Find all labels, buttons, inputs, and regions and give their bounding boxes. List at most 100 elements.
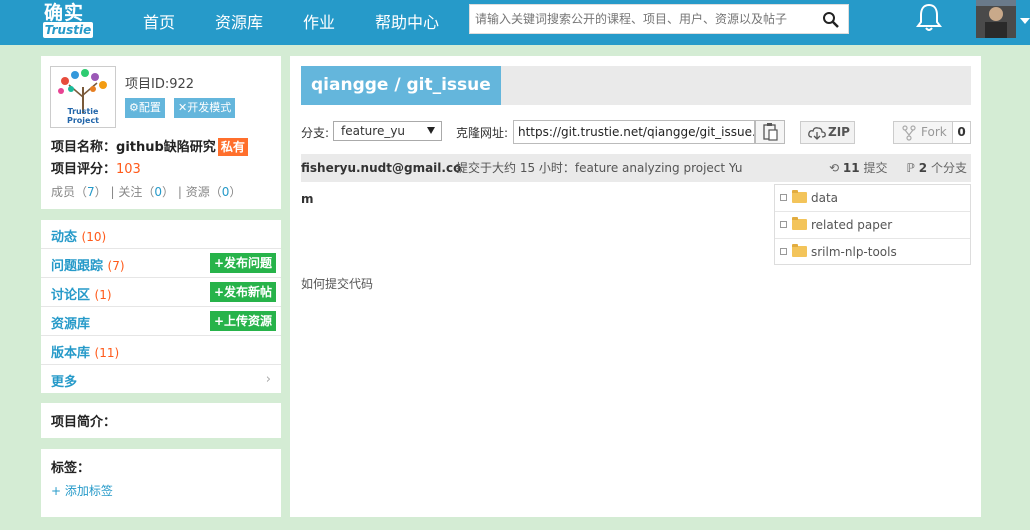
clone-url-field[interactable]: https://git.trustie.net/qiangge/git_issu…: [513, 120, 755, 144]
folder-row[interactable]: data: [775, 185, 970, 212]
folder-row[interactable]: srilm-nlp-tools: [775, 239, 970, 266]
dev-mode-button-label: 开发模式: [187, 101, 232, 114]
chevron-right-icon: ›: [265, 372, 271, 387]
user-menu-caret-icon[interactable]: [1020, 18, 1030, 24]
project-tags-panel: 标签： + 添加标签: [41, 449, 281, 517]
menu-item-count: (1): [94, 288, 112, 302]
project-menu: 动态 (10) 问题跟踪 (7) +发布问题 讨论区 (1) +发布新帖 资源库…: [41, 220, 281, 393]
resources-link[interactable]: 资源（0）: [186, 185, 242, 199]
new-post-button[interactable]: +发布新帖: [209, 282, 276, 302]
trustie-logo[interactable]: 确实 Trustie: [40, 0, 96, 40]
branches-label[interactable]: 个分支: [931, 161, 967, 175]
menu-item-activity[interactable]: 动态 (10): [41, 220, 281, 249]
commits-label[interactable]: 提交: [863, 161, 887, 175]
expand-icon[interactable]: [780, 248, 787, 255]
expand-icon[interactable]: [780, 221, 787, 228]
fork-label: Fork: [921, 125, 947, 139]
folder-icon: [792, 244, 807, 257]
fork-count: 0: [953, 121, 971, 144]
project-score-label: 项目评分：: [51, 162, 117, 177]
menu-item-repository[interactable]: 版本库 (11): [41, 336, 281, 365]
project-name-value: github缺陷研究: [116, 140, 216, 155]
clone-label: 克隆网址:: [456, 126, 509, 140]
members-count: 7: [87, 185, 95, 199]
branch-select[interactable]: feature_yu: [333, 121, 442, 141]
tools-icon: ✕: [178, 101, 188, 114]
menu-item-text: 动态: [51, 230, 78, 245]
folder-row[interactable]: related paper: [775, 212, 970, 239]
zip-label: ZIP: [828, 125, 850, 139]
search-icon[interactable]: [822, 11, 840, 29]
add-tag-link[interactable]: + 添加标签: [51, 482, 113, 499]
private-badge: 私有: [217, 138, 248, 156]
commit-stats: ⟲ 11 提交 ℙ 2 个分支: [829, 154, 967, 182]
branch-select-value: feature_yu: [341, 124, 406, 138]
upload-resource-button[interactable]: +上传资源: [209, 311, 276, 331]
user-avatar[interactable]: [976, 0, 1016, 38]
nav-help-center[interactable]: 帮助中心: [375, 9, 439, 33]
folder-name[interactable]: srilm-nlp-tools: [811, 239, 897, 265]
nav-resources[interactable]: 资源库: [215, 9, 263, 33]
readme-text: 如何提交代码: [301, 277, 374, 291]
config-button-label: 配置: [138, 101, 161, 114]
cloud-download-icon: [808, 127, 826, 140]
branches-count[interactable]: 2: [919, 161, 927, 175]
project-logo[interactable]: Trustie Project: [50, 66, 116, 128]
repo-title-bar: qiangge / git_issue: [301, 66, 971, 105]
commits-count[interactable]: 11: [843, 161, 860, 175]
copy-url-button[interactable]: [755, 120, 785, 144]
expand-icon[interactable]: [780, 194, 787, 201]
menu-item-text: 资源库: [51, 317, 91, 332]
file-m[interactable]: m: [301, 192, 314, 206]
repository-panel: qiangge / git_issue 分支: feature_yu 克隆网址:…: [290, 56, 981, 517]
menu-item-label[interactable]: 资源库: [51, 313, 90, 332]
folder-name[interactable]: related paper: [811, 212, 892, 238]
nav-home[interactable]: 首页: [143, 9, 175, 33]
fork-button[interactable]: Fork: [893, 121, 953, 144]
nav-homework[interactable]: 作业: [303, 9, 335, 33]
branch-icon: ℙ: [906, 161, 915, 175]
project-name-label: 项目名称：: [51, 140, 117, 155]
commit-message: 提交于大约 15 小时：feature analyzing project Yu: [456, 161, 743, 175]
search-input[interactable]: [470, 5, 810, 33]
menu-item-text: 版本库: [51, 346, 91, 361]
branch-label: 分支:: [301, 126, 330, 140]
project-name-line: 项目名称：github缺陷研究 私有: [51, 136, 248, 156]
menu-item-more[interactable]: 更多 ›: [41, 365, 281, 394]
menu-item-label[interactable]: 讨论区 (1): [51, 284, 112, 303]
clipboard-icon: [763, 123, 778, 141]
menu-item-label[interactable]: 问题跟踪 (7): [51, 255, 125, 274]
gear-icon: ⚙: [129, 101, 139, 114]
logo-bottom-text: Trustie: [43, 22, 93, 38]
project-intro-panel: 项目简介：: [41, 403, 281, 438]
resources-count: 0: [221, 185, 230, 199]
download-zip-button[interactable]: ZIP: [800, 121, 855, 144]
dev-mode-button[interactable]: ✕开发模式: [174, 98, 236, 118]
config-button[interactable]: ⚙配置: [125, 98, 165, 118]
folder-icon: [792, 217, 807, 230]
project-score-line: 项目评分：103: [51, 158, 141, 177]
follow-link[interactable]: 关注（0）: [118, 185, 174, 199]
commit-author[interactable]: fisheryu.nudt@gmail.co: [301, 154, 461, 182]
menu-item-resources[interactable]: 资源库 +上传资源: [41, 307, 281, 336]
repo-title[interactable]: qiangge / git_issue: [301, 66, 501, 105]
new-issue-button[interactable]: +发布问题: [209, 253, 276, 273]
tags-title: 标签：: [51, 461, 91, 476]
project-logo-caption: Trustie Project: [66, 107, 100, 125]
members-link[interactable]: 成员（7）: [51, 185, 107, 199]
members-label: 成员（: [51, 185, 88, 199]
bell-icon[interactable]: [914, 2, 944, 34]
menu-item-label[interactable]: 更多: [51, 371, 77, 390]
top-navbar: 确实 Trustie 首页 资源库 作业 帮助中心: [0, 0, 1030, 45]
menu-item-forum[interactable]: 讨论区 (1) +发布新帖: [41, 278, 281, 307]
project-stats: 成员（7） | 关注（0） | 资源（0）: [51, 185, 242, 199]
history-icon: ⟲: [829, 161, 840, 175]
menu-item-label[interactable]: 版本库 (11): [51, 342, 119, 361]
menu-item-label[interactable]: 动态 (10): [51, 226, 106, 245]
latest-commit-bar: fisheryu.nudt@gmail.co 提交于大约 15 小时：featu…: [301, 154, 971, 182]
menu-item-text: 问题跟踪: [51, 259, 104, 274]
menu-item-count: (7): [107, 259, 125, 273]
follow-count: 0: [154, 185, 162, 199]
folder-name[interactable]: data: [811, 185, 838, 211]
menu-item-issues[interactable]: 问题跟踪 (7) +发布问题: [41, 249, 281, 278]
